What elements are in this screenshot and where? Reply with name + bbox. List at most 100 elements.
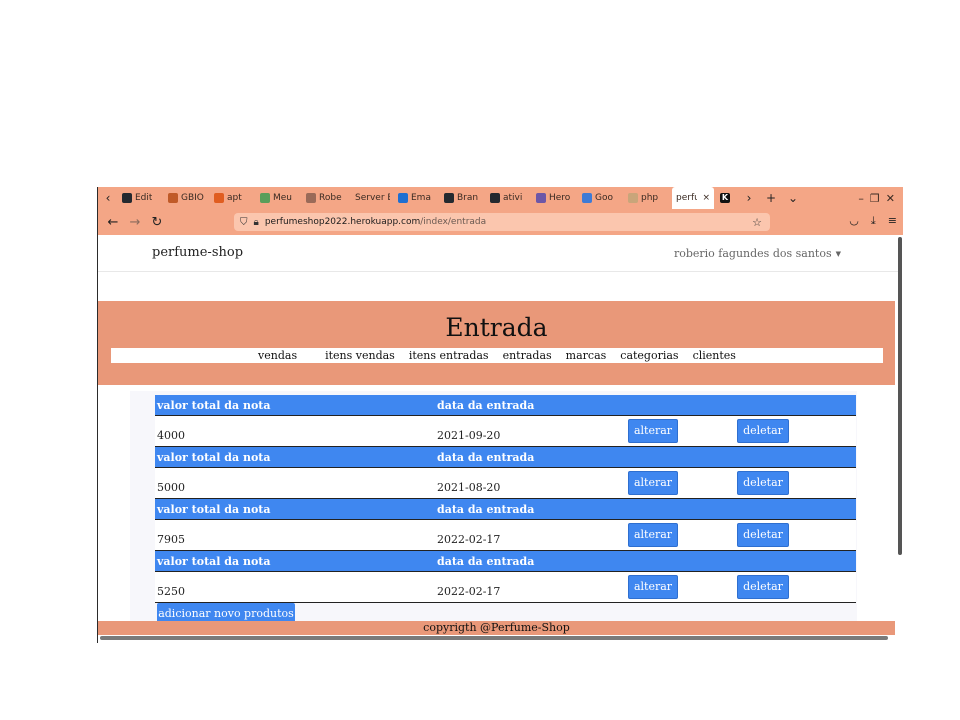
table-row: 7905 2022-02-17 alterar deletar [155,520,856,551]
delete-button[interactable]: deletar [737,523,789,547]
forward-icon[interactable]: → [124,215,146,230]
menu-link[interactable]: itens entradas [409,349,489,362]
address-bar[interactable]: ⛉ 🔒︎ perfumeshop2022.herokuapp.com/index… [234,213,770,231]
lock-icon[interactable]: 🔒︎ [254,217,259,228]
close-window-icon[interactable]: ✕ [886,192,895,205]
tab-title: Ema [411,193,431,203]
total-cell: 5250 [157,585,185,598]
table-panel: valor total da nota data da entrada 4000 20… [130,391,857,621]
minimize-icon[interactable]: – [858,192,864,205]
tab-item[interactable]: GBIO [164,187,210,209]
table-header: valor total da nota data da entrada [155,395,856,416]
favicon-icon [122,193,132,203]
table-header: valor total da nota data da entrada [155,499,856,520]
favicon-icon [214,193,224,203]
tab-scroll-right-icon[interactable]: › [738,191,760,205]
tab-scroll-left-icon[interactable]: ‹ [98,191,118,205]
column-header: valor total da nota [157,451,271,464]
column-header: valor total da nota [157,399,271,412]
column-header: data da entrada [437,399,535,412]
caret-down-icon: ▼ [835,250,841,258]
tab-item[interactable]: Goo [578,187,624,209]
delete-button[interactable]: deletar [737,471,789,495]
tab-title: Meu [273,193,293,203]
menu-link[interactable]: clientes [693,349,736,362]
favicon-icon [536,193,546,203]
favicon-icon [582,193,592,203]
tab-item[interactable]: Ema [394,187,440,209]
horizontal-scrollbar[interactable] [100,636,888,640]
tab-active[interactable]: perfu × [672,187,714,209]
back-icon[interactable]: ← [102,215,124,230]
tab-item[interactable]: ativi [486,187,532,209]
column-header: valor total da nota [157,503,271,516]
total-cell: 7905 [157,533,185,546]
favicon-icon [444,193,454,203]
column-header: data da entrada [437,555,535,568]
reload-icon[interactable]: ↻ [146,215,168,230]
list-tabs-icon[interactable]: ⌄ [782,191,804,205]
total-cell: 5000 [157,481,185,494]
shield-icon[interactable]: ⛉ [240,217,248,228]
url-path: /index/entrada [420,217,487,227]
date-cell: 2022-02-17 [437,585,501,598]
section-menu: vendas itens vendas itens entradas entradas… [111,348,883,363]
favicon-icon [168,193,178,203]
vertical-scrollbar[interactable] [898,237,902,555]
restore-icon[interactable]: ❐ [870,192,880,205]
page-header: Entrada vendas itens vendas itens entradas… [98,301,895,385]
tab-item[interactable]: Hero [532,187,578,209]
add-product-button[interactable]: adicionar novo produtos [157,603,295,623]
edit-button[interactable]: alterar [628,523,678,547]
bookmark-star-icon[interactable]: ☆ [752,216,762,229]
favicon-icon [490,193,500,203]
page-content: perfume-shop roberio fagundes dos santos… [98,235,898,643]
tab-item[interactable]: Server E [348,187,394,209]
tab-title: php [641,193,659,203]
edit-button[interactable]: alterar [628,419,678,443]
user-name: roberio fagundes dos santos [673,247,832,260]
new-tab-icon[interactable]: + [760,191,782,205]
tab-item[interactable]: Meu [256,187,302,209]
menu-link[interactable]: entradas [503,349,552,362]
tab-title: Bran [457,193,479,203]
pocket-icon[interactable]: ◡ [849,214,859,228]
table-header: valor total da nota data da entrada [155,447,856,468]
tab-title: GBIO [181,193,204,203]
tab-strip: ‹ Edit GBIO apt Meu Robe Server E Ema Bran ativi… [98,187,903,209]
tab-title: Robe [319,193,342,203]
column-header: data da entrada [437,451,535,464]
edit-button[interactable]: alterar [628,471,678,495]
tab-item[interactable]: Bran [440,187,486,209]
footer: copyrigth @Perfume-Shop [98,621,895,635]
nav-toolbar: ← → ↻ ⛉ 🔒︎ perfumeshop2022.herokuapp.com… [98,209,903,235]
tab-item[interactable]: php [624,187,670,209]
tab-item[interactable]: Edit [118,187,164,209]
delete-button[interactable]: deletar [737,575,789,599]
date-cell: 2021-09-20 [437,429,501,442]
browser-window: ‹ Edit GBIO apt Meu Robe Server E Ema Bran ativi… [98,187,903,643]
menu-icon[interactable]: ≡ [888,214,897,228]
delete-button[interactable]: deletar [737,419,789,443]
menu-link[interactable]: itens vendas [325,349,395,362]
tab-item[interactable]: apt [210,187,256,209]
menu-link[interactable]: marcas [566,349,607,362]
tab-list: Edit GBIO apt Meu Robe Server E Ema Bran ativi He… [118,187,670,209]
tab-title: Edit [135,193,153,203]
toolbar-actions: ◡ ⤓ ≡ [849,214,897,228]
tab-kaggle[interactable]: K [716,187,738,209]
menu-link[interactable]: categorias [620,349,678,362]
user-dropdown[interactable]: roberio fagundes dos santos ▼ [674,247,841,260]
brand-link[interactable]: perfume-shop [152,245,243,260]
close-icon[interactable]: × [702,193,710,203]
menu-link[interactable]: vendas [258,349,297,362]
edit-button[interactable]: alterar [628,575,678,599]
tab-title: Server E [355,193,390,203]
date-cell: 2021-08-20 [437,481,501,494]
favicon-icon [260,193,270,203]
column-header: data da entrada [437,503,535,516]
download-icon[interactable]: ⤓ [871,214,876,228]
tab-title: Goo [595,193,613,203]
tab-title: Hero [549,193,571,203]
tab-item[interactable]: Robe [302,187,348,209]
